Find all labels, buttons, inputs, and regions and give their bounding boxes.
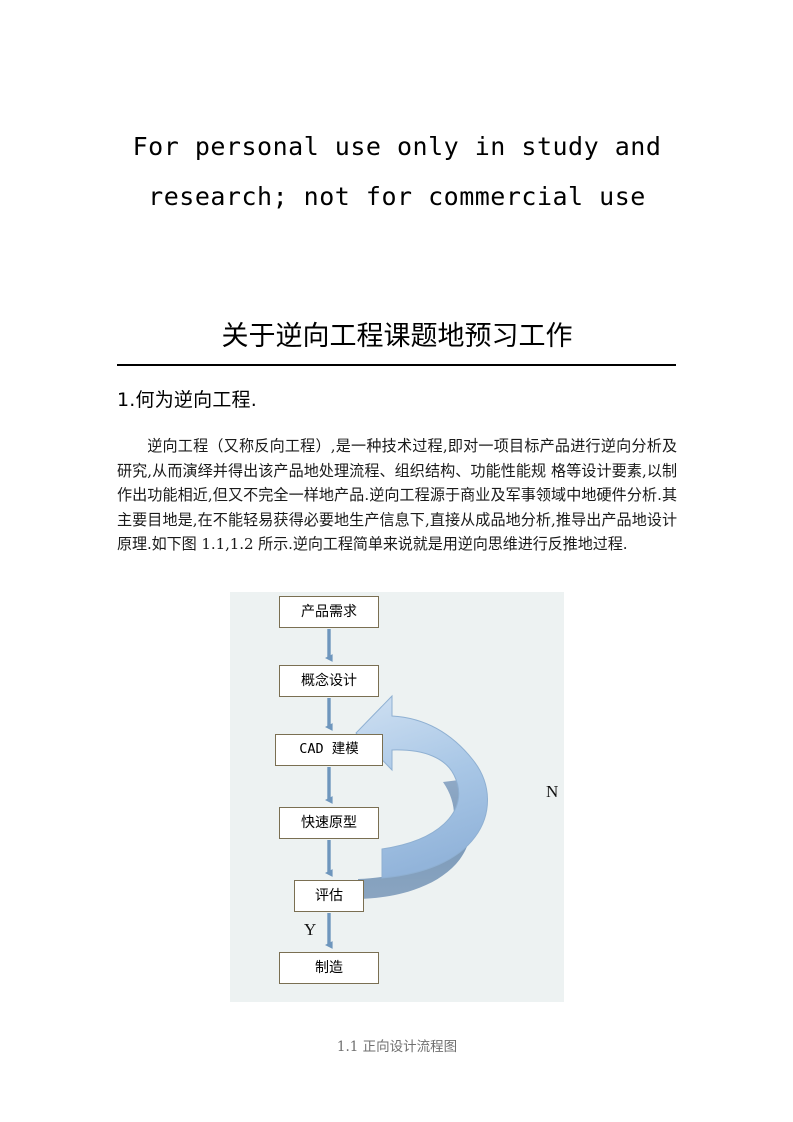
loop-arrow-ribbon xyxy=(355,694,488,879)
usage-notice-line-2: research; not for commercial use xyxy=(148,182,646,211)
page-title: 关于逆向工程课题地预习工作 xyxy=(221,321,573,352)
flowchart-figure: 产品需求 概念设计 CAD 建模 快速原型 评估 制造 N Y xyxy=(230,592,564,1002)
flow-node-evaluate: 评估 xyxy=(294,880,364,912)
figure-caption: 1.1 正向设计流程图 xyxy=(336,1039,458,1055)
title-divider xyxy=(117,364,676,366)
document-page: For personal use only in study and resea… xyxy=(0,0,793,1122)
branch-label-yes: Y xyxy=(304,920,317,939)
flowchart-graphics xyxy=(325,629,488,949)
usage-notice: For personal use only in study and resea… xyxy=(117,122,677,222)
body-paragraph: 逆向工程（又称反向工程）,是一种技术过程,即对一项目标产品进行逆向分析及研究,从… xyxy=(117,437,677,553)
section-heading: 1.何为逆向工程. xyxy=(117,389,257,411)
flow-node-manufacture: 制造 xyxy=(279,952,379,984)
usage-notice-line-1: For personal use only in study and xyxy=(132,132,662,161)
flow-node-rapid-prototype: 快速原型 xyxy=(279,807,379,839)
flow-node-concept-design: 概念设计 xyxy=(279,665,379,697)
flow-node-requirement: 产品需求 xyxy=(279,596,379,628)
flow-node-cad-modeling: CAD 建模 xyxy=(275,734,383,766)
branch-label-no: N xyxy=(546,782,559,801)
